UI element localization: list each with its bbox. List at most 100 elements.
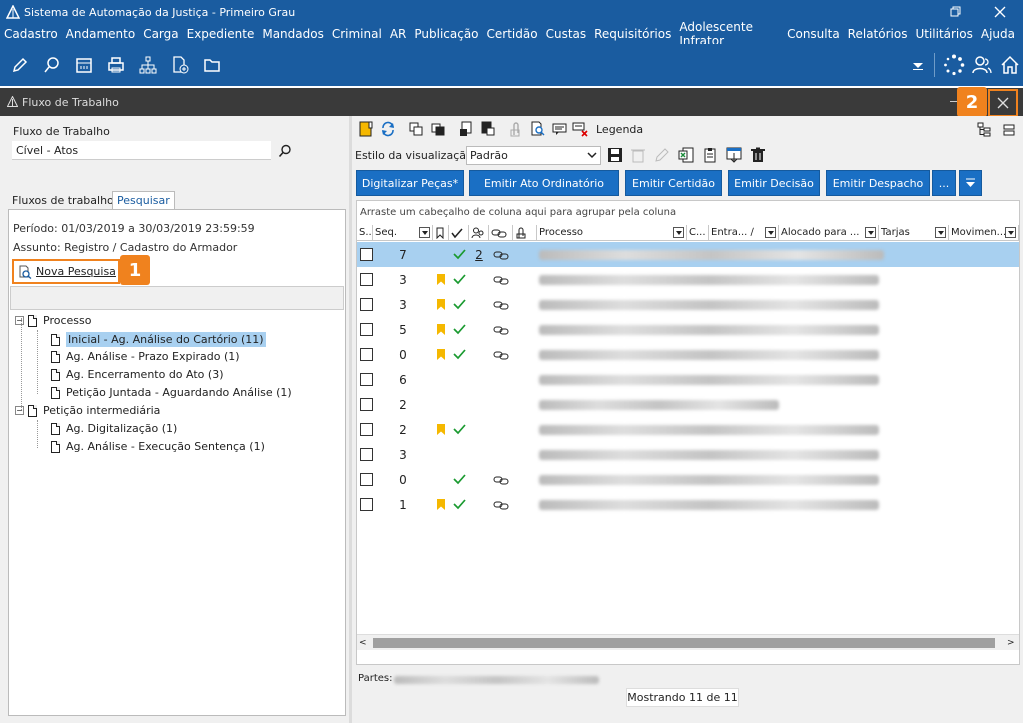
column-header-12[interactable]: Movimen... [949,225,1019,241]
filter-dropdown-icon[interactable] [1005,227,1016,238]
delete-comment-icon[interactable] [572,121,588,137]
menu-publicacao[interactable]: Publicação [414,27,478,41]
toolbar-dropdown-icon[interactable] [908,55,928,75]
folder-icon[interactable] [201,54,223,76]
column-header-11[interactable]: Tarjas [879,225,949,241]
bookmark-icon[interactable] [358,121,374,137]
lock-document-icon[interactable] [458,121,474,137]
scroll-left-icon[interactable]: < [359,638,367,648]
menu-custas[interactable]: Custas [546,27,587,41]
tree-node-prazo-expirado[interactable]: Ag. Análise - Prazo Expirado (1) [51,350,240,363]
filter-dropdown-icon[interactable] [865,227,876,238]
nova-pesquisa-button[interactable]: Nova Pesquisa [12,259,120,284]
tree-node-execucao-sentenca[interactable]: Ag. Análise - Execução Sentença (1) [51,440,265,453]
scrollbar-thumb[interactable] [373,638,995,648]
home-icon[interactable] [997,52,1023,78]
export-icon[interactable] [726,147,742,166]
tree-node-peticao-juntada[interactable]: Petição Juntada - Aguardando Análise (1) [51,386,292,399]
column-header-1[interactable]: Seq. [373,225,433,241]
column-header-8[interactable]: C... [687,225,709,241]
row-checkbox[interactable] [360,448,373,461]
refresh-icon[interactable] [380,121,396,137]
calendar-icon[interactable] [73,54,95,76]
filter-dropdown-icon[interactable] [935,227,946,238]
column-header-7[interactable]: Processo [537,225,687,241]
hierarchy-icon[interactable] [137,54,159,76]
actions-dropdown-button[interactable] [959,170,982,196]
table-row[interactable]: 0 [357,467,1019,492]
row-checkbox[interactable] [360,473,373,486]
row-checkbox[interactable] [360,323,373,336]
delete-icon[interactable] [750,147,766,166]
menu-ajuda[interactable]: Ajuda [981,27,1015,41]
search-icon[interactable] [278,144,292,161]
column-header-bookmark[interactable] [433,225,449,241]
restore-button[interactable] [936,0,976,24]
table-row[interactable]: 6 [357,367,1019,392]
collapse-icon[interactable]: − [15,406,24,415]
collapse-icon[interactable]: − [15,316,24,325]
row-count-link[interactable]: 2 [469,242,489,267]
menu-cadastro[interactable]: Cadastro [4,27,58,41]
link-icon[interactable] [489,467,513,492]
table-row[interactable]: 3 [357,442,1019,467]
emitir-despacho-button[interactable]: Emitir Despacho [826,170,930,196]
excel-icon[interactable] [678,147,694,166]
menu-carga[interactable]: Carga [143,27,178,41]
legenda-label[interactable]: Legenda [596,123,643,136]
menu-relatorios[interactable]: Relatórios [848,27,908,41]
table-row[interactable]: 72 [357,242,1019,267]
tree-node-inicial[interactable]: Inicial - Ag. Análise do Cartório (11) [51,332,266,347]
row-checkbox[interactable] [360,298,373,311]
column-header-10[interactable]: Alocado para ... [779,225,879,241]
table-row[interactable]: 0 [357,342,1019,367]
column-header-users[interactable] [469,225,489,241]
menu-expediente[interactable]: Expediente [187,27,255,41]
unlock-document-icon[interactable] [480,121,496,137]
emitir-certidao-button[interactable]: Emitir Certidão [625,170,722,196]
link-icon[interactable] [489,492,513,517]
loading-spinner-icon[interactable] [941,52,967,78]
clipboard-icon[interactable] [702,147,718,166]
emitir-ato-ordinatorio-button[interactable]: Emitir Ato Ordinatório [469,170,619,196]
row-checkbox[interactable] [360,348,373,361]
copy-icon[interactable] [408,121,424,137]
table-row[interactable]: 3 [357,267,1019,292]
link-icon[interactable] [489,317,513,342]
menu-consulta[interactable]: Consulta [787,27,840,41]
window-close-button[interactable] [980,0,1020,24]
save-icon[interactable] [607,147,623,166]
link-icon[interactable] [489,242,513,267]
link-icon[interactable] [489,292,513,317]
copy-all-icon[interactable] [430,121,446,137]
menu-certidao[interactable]: Certidão [487,27,538,41]
horizontal-scrollbar[interactable]: < > [357,634,1019,650]
column-header-check[interactable] [449,225,469,241]
filter-dropdown-icon[interactable] [419,227,430,238]
tree-node-peticao-intermediaria[interactable]: − Petição intermediária [15,404,160,417]
table-row[interactable]: 3 [357,292,1019,317]
estilo-select[interactable]: Padrão [466,146,601,165]
list-view-icon[interactable] [1002,122,1016,141]
tab-pesquisar[interactable]: Pesquisar [112,191,175,209]
row-checkbox[interactable] [360,373,373,386]
table-row[interactable]: 2 [357,417,1019,442]
row-checkbox[interactable] [360,398,373,411]
table-row[interactable]: 5 [357,317,1019,342]
link-icon[interactable] [489,267,513,292]
column-header-attach[interactable] [513,225,537,241]
row-checkbox[interactable] [360,248,373,261]
search-document-icon[interactable] [530,121,546,137]
tree-node-encerramento[interactable]: Ag. Encerramento do Ato (3) [51,368,224,381]
menu-mandados[interactable]: Mandados [262,27,324,41]
scroll-right-icon[interactable]: > [1007,638,1015,648]
row-checkbox[interactable] [360,273,373,286]
filter-dropdown-icon[interactable] [765,227,776,238]
row-checkbox[interactable] [360,498,373,511]
tree-node-processo[interactable]: − Processo [15,314,91,327]
column-header-9[interactable]: Entra... ∕ [709,225,779,241]
table-row[interactable]: 2 [357,392,1019,417]
more-actions-button[interactable]: ... [932,170,956,196]
tab-fluxos-de-trabalho[interactable]: Fluxos de trabalho [8,192,118,209]
tree-view-icon[interactable] [977,122,993,141]
